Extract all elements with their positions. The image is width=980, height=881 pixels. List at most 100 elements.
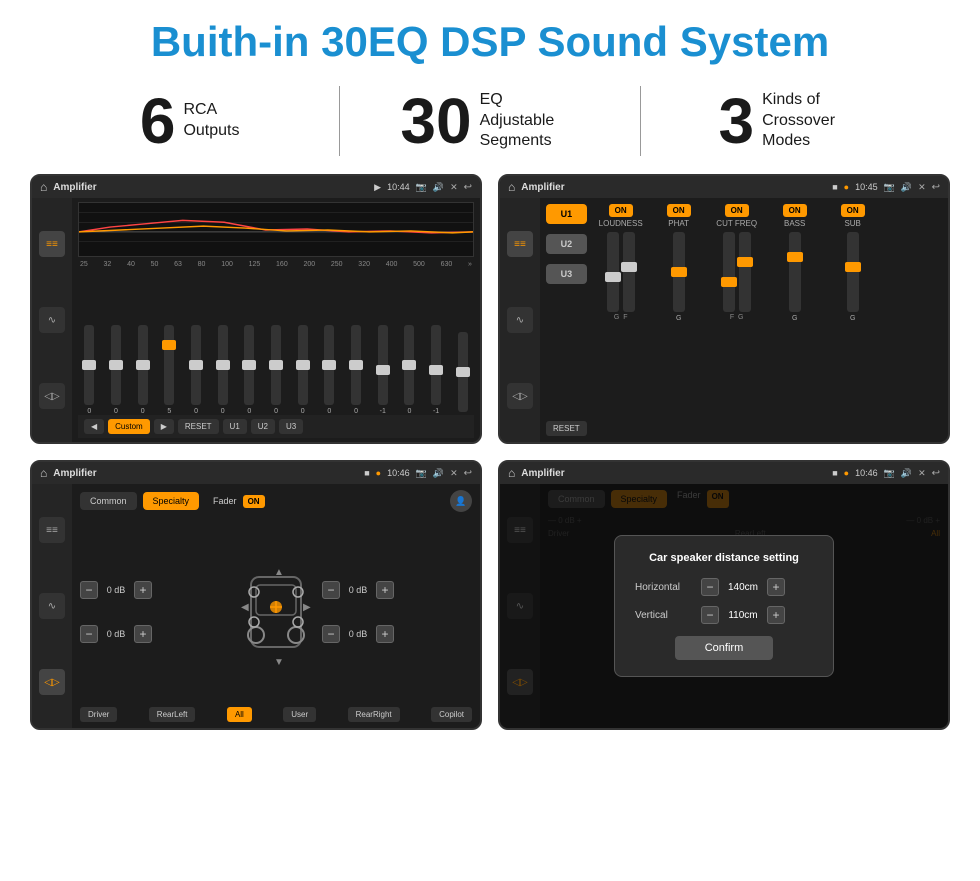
eq-reset-btn[interactable]: RESET — [178, 419, 219, 434]
stat-label-rca: RCAOutputs — [183, 100, 239, 142]
fader-sidebar-btn-eq[interactable]: ≡≡ — [39, 517, 65, 543]
eq-slider-8[interactable]: 0 — [291, 325, 314, 415]
eq-slider-3[interactable]: 5 — [158, 325, 181, 415]
close-icon-1: ✕ — [450, 182, 458, 193]
eq-slider-5[interactable]: 0 — [211, 325, 234, 415]
dialog-vertical-plus[interactable]: + — [767, 606, 785, 624]
time-1: 10:44 — [387, 182, 410, 192]
fader-all-btn[interactable]: All — [227, 707, 252, 722]
eq-slider-10[interactable]: 0 — [345, 325, 368, 415]
eq-u3-btn[interactable]: U3 — [279, 419, 303, 434]
fader-copilot-btn[interactable]: Copilot — [431, 707, 472, 722]
eq-slider-13[interactable]: -1 — [425, 325, 448, 415]
fader-sidebar-btn-wave[interactable]: ∿ — [39, 593, 65, 619]
eq-slider-0[interactable]: 0 — [78, 325, 101, 415]
fader-car-diagram: ▲ ▼ ◀ ▶ — [236, 557, 316, 667]
xover-main: U1 U2 U3 RESET ON LOUDNESS G F — [540, 198, 948, 442]
back-icon-3[interactable]: ↩ — [464, 468, 472, 479]
eq-sliders-row: 0 0 0 5 0 0 0 0 0 0 0 -1 0 -1 — [78, 272, 474, 415]
loudness-on-btn[interactable]: ON — [609, 204, 633, 217]
eq-slider-1[interactable]: 0 — [105, 325, 128, 415]
fader-user-btn[interactable]: User — [283, 707, 316, 722]
xover-sidebar-btn-eq[interactable]: ≡≡ — [507, 231, 533, 257]
eq-u1-btn[interactable]: U1 — [223, 419, 247, 434]
fader-minus-bl[interactable]: − — [80, 625, 98, 643]
eq-slider-11[interactable]: -1 — [371, 325, 394, 415]
dot-icon-4: ● — [844, 468, 849, 478]
eq-u2-btn[interactable]: U2 — [251, 419, 275, 434]
fader-label: Fader — [213, 496, 237, 506]
fader-user-icon[interactable]: 👤 — [450, 490, 472, 512]
dialog-horizontal-row: Horizontal − 140cm + — [635, 578, 813, 596]
xover-ch-u3[interactable]: U3 — [546, 264, 587, 284]
fader-minus-tr[interactable]: − — [322, 581, 340, 599]
eq-custom-btn[interactable]: Custom — [108, 419, 150, 434]
dialog-horizontal-control: − 140cm + — [701, 578, 785, 596]
fader-minus-br[interactable]: − — [322, 625, 340, 643]
dialog-vertical-control: − 110cm + — [701, 606, 785, 624]
xover-controls: ON LOUDNESS G F ON PHAT G — [595, 204, 942, 436]
eq-slider-4[interactable]: 0 — [185, 325, 208, 415]
back-icon-2[interactable]: ↩ — [932, 182, 940, 193]
phat-val: G — [676, 315, 681, 322]
loudness-slider-f[interactable] — [623, 232, 635, 312]
sub-slider[interactable] — [847, 232, 859, 312]
fader-driver-btn[interactable]: Driver — [80, 707, 117, 722]
dialog-horizontal-label: Horizontal — [635, 582, 695, 593]
phat-on-btn[interactable]: ON — [667, 204, 691, 217]
fader-rearright-btn[interactable]: RearRight — [348, 707, 400, 722]
cutfreq-slider-f[interactable] — [723, 232, 735, 312]
xover-sidebar-btn-wave[interactable]: ∿ — [507, 307, 533, 333]
back-icon-1[interactable]: ↩ — [464, 182, 472, 193]
dialog-vertical-minus[interactable]: − — [701, 606, 719, 624]
bass-slider[interactable] — [789, 232, 801, 312]
fader-plus-tr[interactable]: + — [376, 581, 394, 599]
home-icon-2[interactable]: ⌂ — [508, 180, 515, 194]
eq-sidebar-btn-vol[interactable]: ◁▷ — [39, 383, 65, 409]
sub-label: SUB — [844, 219, 860, 228]
rec-icon-4: ■ — [832, 468, 837, 478]
home-icon-3[interactable]: ⌂ — [40, 466, 47, 480]
fader-main: Common Specialty Fader ON 👤 − 0 dB + — [72, 484, 480, 728]
fader-sidebar-btn-vol[interactable]: ◁▷ — [39, 669, 65, 695]
xover-sidebar-btn-vol[interactable]: ◁▷ — [507, 383, 533, 409]
dialog-horizontal-plus[interactable]: + — [767, 578, 785, 596]
time-4: 10:46 — [855, 468, 878, 478]
home-icon-4[interactable]: ⌂ — [508, 466, 515, 480]
eq-slider-7[interactable]: 0 — [265, 325, 288, 415]
loudness-slider-g[interactable] — [607, 232, 619, 312]
eq-slider-2[interactable]: 0 — [131, 325, 154, 415]
eq-slider-12[interactable]: 0 — [398, 325, 421, 415]
cutfreq-slider-g[interactable] — [739, 232, 751, 312]
eq-play-btn[interactable]: ▶ — [154, 419, 174, 434]
bass-on-btn[interactable]: ON — [783, 204, 807, 217]
back-icon-4[interactable]: ↩ — [932, 468, 940, 479]
eq-slider-6[interactable]: 0 — [238, 325, 261, 415]
cutfreq-on-btn[interactable]: ON — [725, 204, 749, 217]
sub-on-btn[interactable]: ON — [841, 204, 865, 217]
eq-main: 253240506380100125160200250320400500630»… — [72, 198, 480, 442]
phat-slider[interactable] — [673, 232, 685, 312]
home-icon-1[interactable]: ⌂ — [40, 180, 47, 194]
fader-minus-tl[interactable]: − — [80, 581, 98, 599]
xover-ch-u1[interactable]: U1 — [546, 204, 587, 224]
dialog-horizontal-minus[interactable]: − — [701, 578, 719, 596]
eq-slider-9[interactable]: 0 — [318, 325, 341, 415]
fader-plus-br[interactable]: + — [376, 625, 394, 643]
xover-reset-btn[interactable]: RESET — [546, 421, 587, 436]
fader-tab-common[interactable]: Common — [80, 492, 137, 510]
xover-sidebar: ≡≡ ∿ ◁▷ — [500, 198, 540, 442]
eq-sidebar-btn-wave[interactable]: ∿ — [39, 307, 65, 333]
stat-eq: 30 EQ AdjustableSegments — [340, 89, 639, 153]
dialog-confirm-button[interactable]: Confirm — [675, 636, 774, 660]
loudness-vals: G F — [614, 314, 628, 321]
xover-ch-u2[interactable]: U2 — [546, 234, 587, 254]
eq-prev-btn[interactable]: ◀ — [84, 419, 104, 434]
eq-slider-14[interactable] — [451, 332, 474, 415]
fader-tab-specialty[interactable]: Specialty — [143, 492, 200, 510]
fader-plus-tl[interactable]: + — [134, 581, 152, 599]
eq-sidebar-btn-eq[interactable]: ≡≡ — [39, 231, 65, 257]
fader-plus-bl[interactable]: + — [134, 625, 152, 643]
xover-channels: U1 U2 U3 RESET — [546, 204, 587, 436]
fader-rearleft-btn[interactable]: RearLeft — [149, 707, 196, 722]
